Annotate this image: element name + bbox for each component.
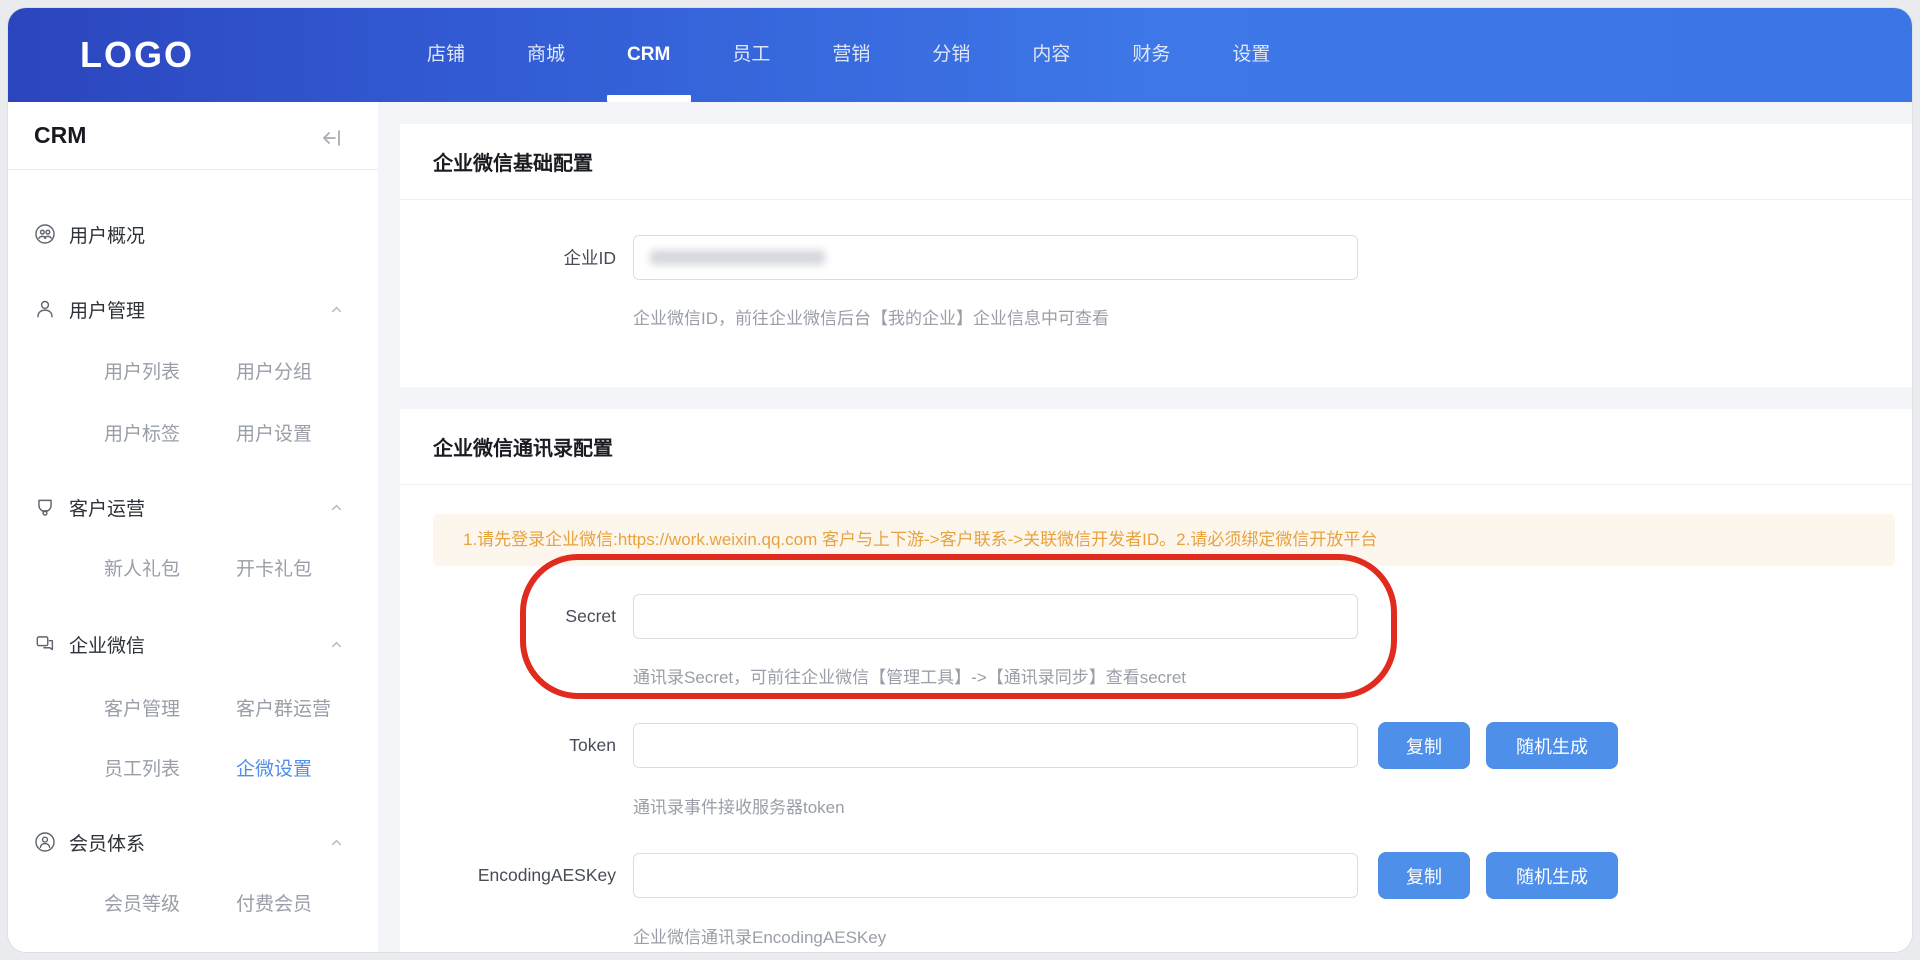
- sidebar-item-user-settings[interactable]: 用户设置: [236, 419, 312, 446]
- logo: LOGO: [80, 8, 194, 102]
- sidebar-group-label: 客户运营: [69, 494, 145, 521]
- sidebar-item-customer-group-ops[interactable]: 客户群运营: [236, 694, 331, 721]
- sidebar-item-user-list[interactable]: 用户列表: [104, 357, 180, 384]
- customer-ops-icon: [34, 496, 56, 518]
- token-input[interactable]: [633, 723, 1358, 768]
- top-navbar: LOGO 店铺 商城 CRM 员工 营销 分销 内容 财务 设置: [8, 8, 1912, 102]
- token-label: Token: [400, 735, 616, 756]
- section-title: 企业微信通讯录配置: [433, 432, 613, 461]
- warning-banner: 1.请先登录企业微信:https://work.weixin.qq.com 客户…: [433, 514, 1895, 566]
- app-window: LOGO 店铺 商城 CRM 员工 营销 分销 内容 财务 设置 CRM: [8, 8, 1912, 952]
- card-body: 企业ID 企业微信ID，前往企业微信后台【我的企业】企业信息中可查看: [400, 200, 1912, 387]
- nav-item-crm[interactable]: CRM: [596, 8, 701, 102]
- sidebar-subrow: 会员等级 付费会员: [8, 889, 378, 919]
- field-secret: Secret 通讯录Secret，可前往企业微信【管理工具】->【通讯录同步】查…: [400, 594, 1912, 688]
- sidebar-item-label: 用户概况: [69, 221, 145, 248]
- nav-item-content[interactable]: 内容: [1001, 8, 1101, 102]
- form-row-secret: Secret: [400, 594, 1912, 639]
- sidebar-subrow: 新人礼包 开卡礼包: [8, 554, 378, 584]
- nav-item-mall[interactable]: 商城: [496, 8, 596, 102]
- sidebar: CRM 用户概况: [8, 102, 378, 952]
- form-row-corp-id: 企业ID: [400, 235, 1912, 280]
- card-header: 企业微信基础配置: [400, 124, 1912, 200]
- corp-id-label: 企业ID: [400, 245, 616, 270]
- token-helper: 通讯录事件接收服务器token: [633, 793, 1912, 818]
- member-icon: [34, 831, 56, 853]
- token-random-generate-button[interactable]: 随机生成: [1486, 722, 1618, 769]
- sidebar-subrow: 用户列表 用户分组: [8, 357, 378, 387]
- top-nav-menu: 店铺 商城 CRM 员工 营销 分销 内容 财务 设置: [396, 8, 1301, 102]
- token-copy-button[interactable]: 复制: [1378, 722, 1470, 769]
- sidebar-header: CRM: [8, 102, 378, 170]
- sidebar-group-label: 会员体系: [69, 829, 145, 856]
- sidebar-group-wecom[interactable]: 企业微信: [8, 629, 378, 659]
- sidebar-group-label: 企业微信: [69, 631, 145, 658]
- sidebar-title: CRM: [34, 122, 86, 149]
- sidebar-group-membership[interactable]: 会员体系: [8, 827, 378, 857]
- sidebar-subrow: 客户管理 客户群运营: [8, 694, 378, 724]
- aeskey-helper: 企业微信通讯录EncodingAESKey: [633, 923, 1912, 948]
- user-icon: [34, 298, 56, 320]
- nav-item-marketing[interactable]: 营销: [801, 8, 901, 102]
- token-buttons: 复制 随机生成: [1378, 722, 1618, 769]
- secret-helper: 通讯录Secret，可前往企业微信【管理工具】->【通讯录同步】查看secret: [633, 663, 1912, 688]
- chevron-up-icon[interactable]: [329, 637, 344, 652]
- wecom-chat-icon: [34, 633, 56, 655]
- corp-id-input[interactable]: [633, 235, 1358, 280]
- nav-item-settings[interactable]: 设置: [1201, 8, 1301, 102]
- sidebar-item-customer-management[interactable]: 客户管理: [104, 694, 180, 721]
- field-encoding-aes-key: EncodingAESKey 复制 随机生成 企业微信通讯录EncodingAE…: [400, 852, 1912, 948]
- sidebar-subrow: 员工列表 企微设置: [8, 754, 378, 784]
- collapse-left-icon[interactable]: [320, 126, 344, 150]
- nav-item-finance[interactable]: 财务: [1101, 8, 1201, 102]
- field-token: Token 复制 随机生成 通讯录事件接收服务器token: [400, 722, 1912, 818]
- aeskey-buttons: 复制 随机生成: [1378, 852, 1618, 899]
- sidebar-item-user-tags[interactable]: 用户标签: [104, 419, 180, 446]
- card-body: 1.请先登录企业微信:https://work.weixin.qq.com 客户…: [400, 514, 1912, 952]
- aeskey-input[interactable]: [633, 853, 1358, 898]
- section-title: 企业微信基础配置: [433, 147, 593, 176]
- token-input-wrap: [633, 723, 1358, 768]
- corp-id-helper: 企业微信ID，前往企业微信后台【我的企业】企业信息中可查看: [633, 304, 1912, 329]
- sidebar-item-paid-members[interactable]: 付费会员: [236, 889, 312, 916]
- card-header: 企业微信通讯录配置: [400, 409, 1912, 485]
- main-content: 企业微信基础配置 企业ID 企业微信ID，前往企业微信后台【我的企业】企业信息中…: [378, 102, 1912, 952]
- form-row-aeskey: EncodingAESKey 复制 随机生成: [400, 852, 1912, 899]
- sidebar-item-user-groups[interactable]: 用户分组: [236, 357, 312, 384]
- users-overview-icon: [34, 223, 56, 245]
- sidebar-group-customer-ops[interactable]: 客户运营: [8, 492, 378, 522]
- sidebar-item-wecom-settings[interactable]: 企微设置: [236, 754, 312, 781]
- sidebar-item-card-pack[interactable]: 开卡礼包: [236, 554, 312, 581]
- nav-item-shop[interactable]: 店铺: [396, 8, 496, 102]
- nav-item-staff[interactable]: 员工: [701, 8, 801, 102]
- sidebar-group-label: 用户管理: [69, 296, 145, 323]
- chevron-up-icon[interactable]: [329, 835, 344, 850]
- sidebar-item-newcomer-pack[interactable]: 新人礼包: [104, 554, 180, 581]
- secret-label: Secret: [400, 606, 616, 627]
- secret-input[interactable]: [633, 594, 1358, 639]
- corp-id-input-wrap: [633, 235, 1358, 280]
- secret-input-wrap: [633, 594, 1358, 639]
- wecom-contacts-config-card: 企业微信通讯录配置 1.请先登录企业微信:https://work.weixin…: [400, 409, 1912, 952]
- sidebar-item-staff-list[interactable]: 员工列表: [104, 754, 180, 781]
- sidebar-item-member-levels[interactable]: 会员等级: [104, 889, 180, 916]
- sidebar-subrow: 用户标签 用户设置: [8, 419, 378, 449]
- chevron-up-icon[interactable]: [329, 302, 344, 317]
- aeskey-random-generate-button[interactable]: 随机生成: [1486, 852, 1618, 899]
- wecom-base-config-card: 企业微信基础配置 企业ID 企业微信ID，前往企业微信后台【我的企业】企业信息中…: [400, 124, 1912, 387]
- sidebar-group-user-management[interactable]: 用户管理: [8, 294, 378, 324]
- chevron-up-icon[interactable]: [329, 500, 344, 515]
- sidebar-item-user-overview[interactable]: 用户概况: [8, 219, 378, 249]
- aeskey-label: EncodingAESKey: [400, 865, 616, 886]
- nav-item-distribution[interactable]: 分销: [901, 8, 1001, 102]
- form-row-token: Token 复制 随机生成: [400, 722, 1912, 769]
- aeskey-input-wrap: [633, 853, 1358, 898]
- aeskey-copy-button[interactable]: 复制: [1378, 852, 1470, 899]
